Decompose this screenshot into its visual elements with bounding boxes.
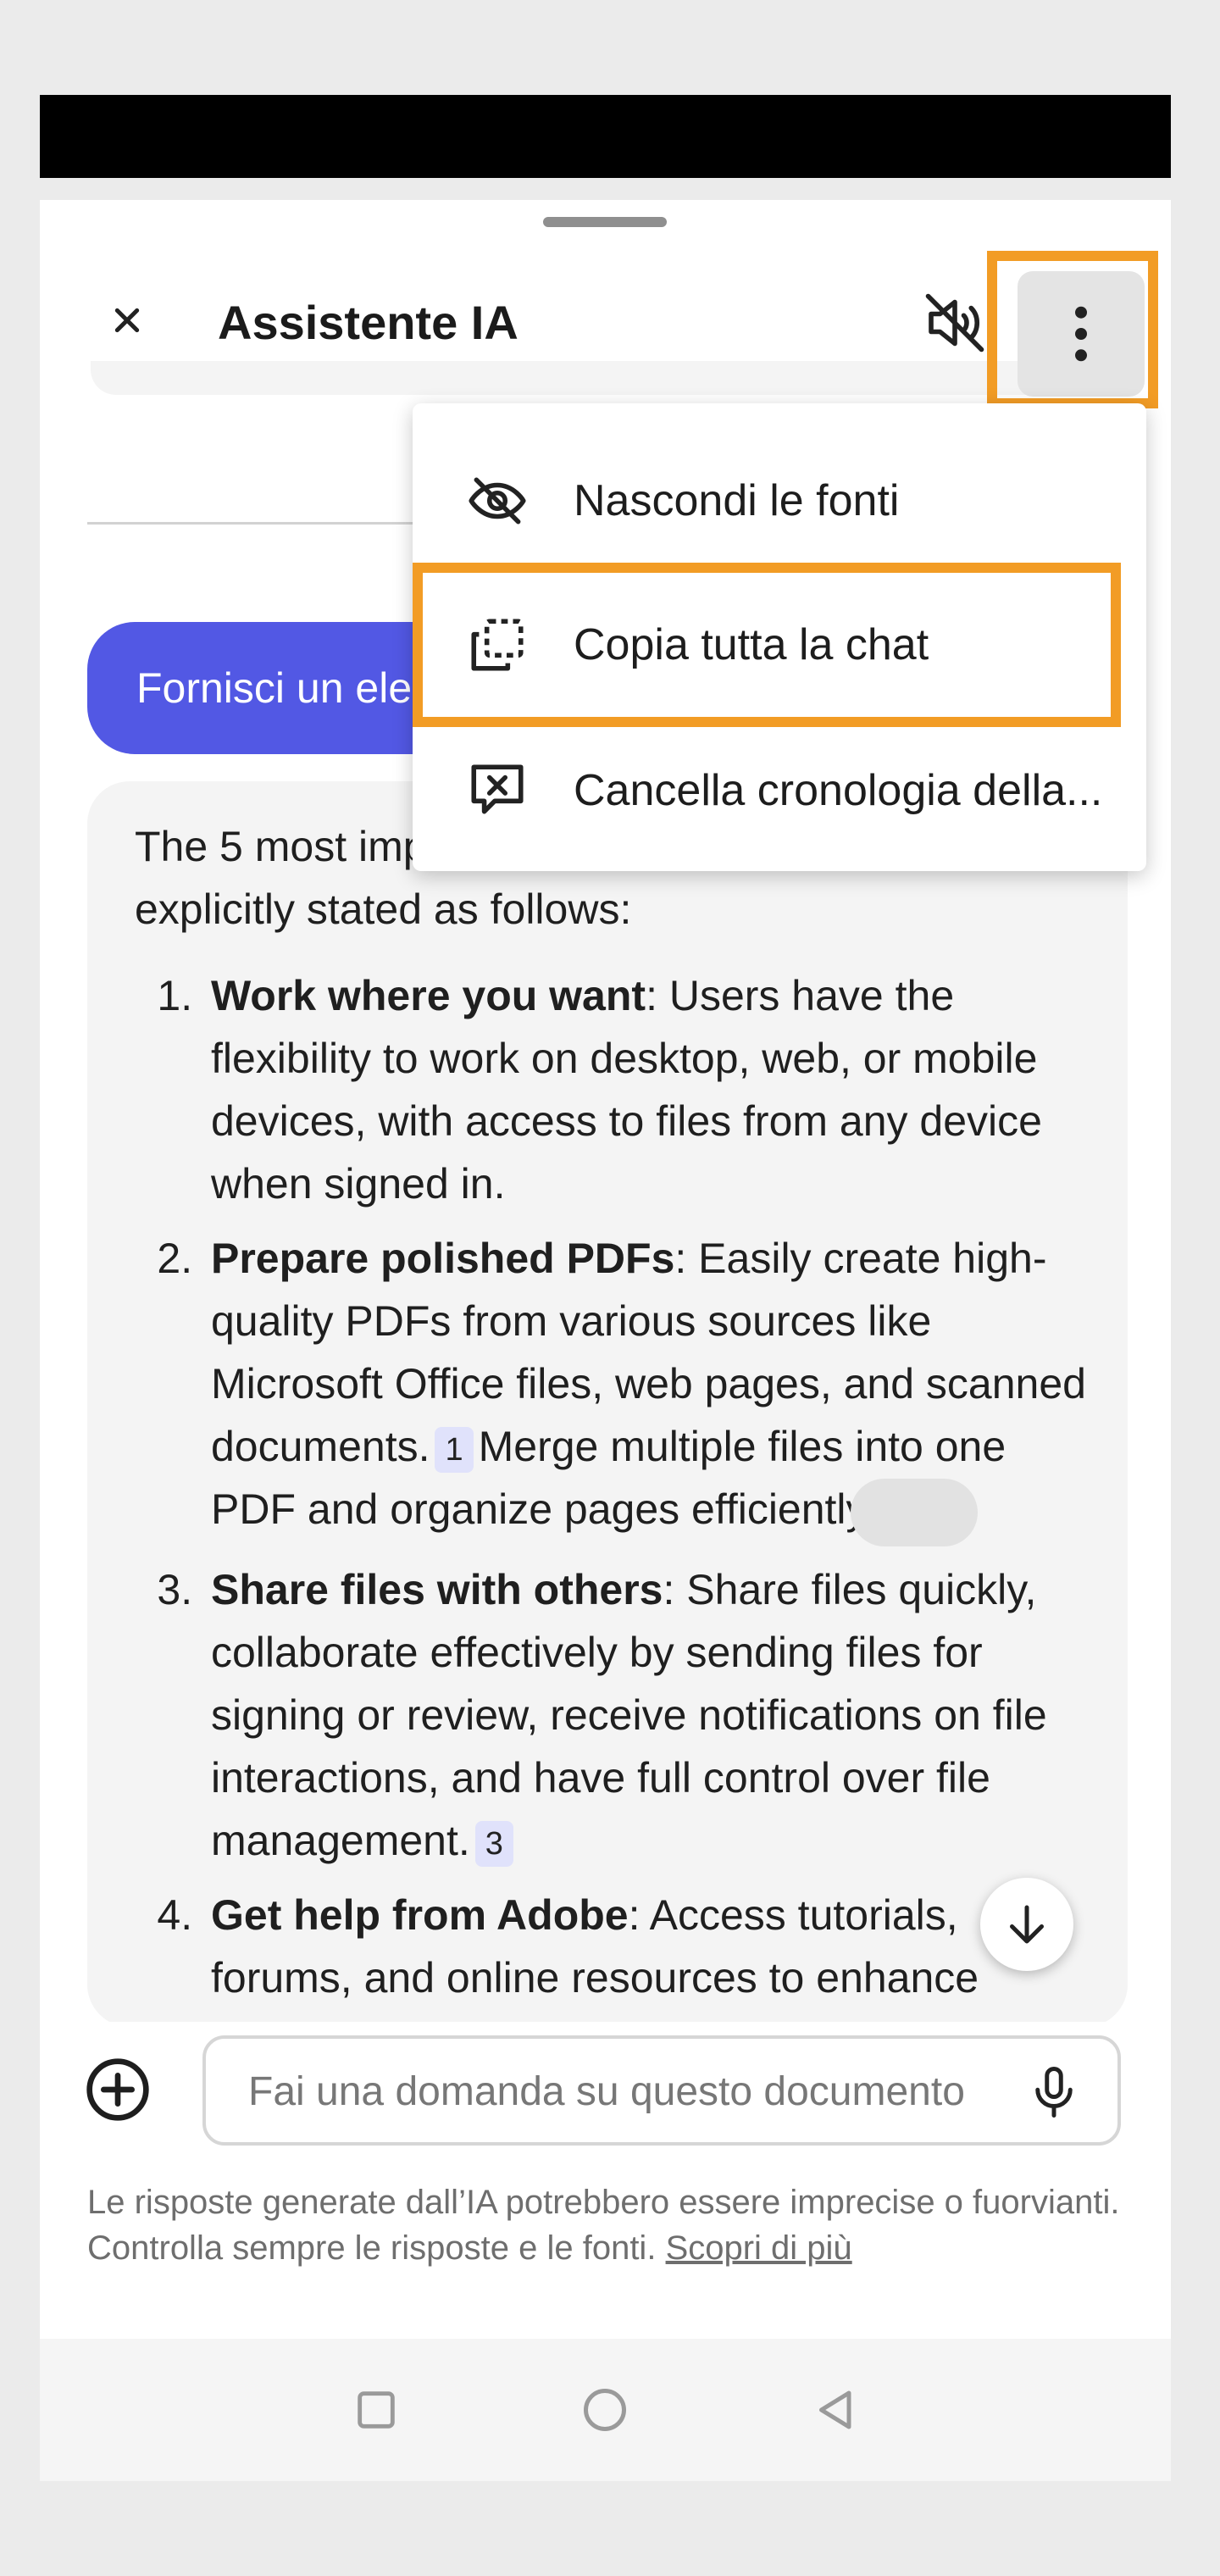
recent-apps-button[interactable] bbox=[342, 2376, 410, 2444]
answer-list: Work where you want: Users have the flex… bbox=[135, 964, 1092, 2009]
page-title: Assistente IA bbox=[218, 296, 518, 349]
plus-circle-icon bbox=[86, 2058, 149, 2121]
loading-placeholder bbox=[850, 1478, 978, 1546]
eye-off-icon bbox=[455, 469, 540, 532]
menu-item-clear-history[interactable]: Cancella cronologia della... bbox=[413, 719, 1146, 863]
menu-item-label: Nascondi le fonti bbox=[574, 476, 900, 525]
header: Assistente IA bbox=[40, 251, 1171, 408]
menu-item-hide-sources[interactable]: Nascondi le fonti bbox=[413, 429, 1146, 573]
menu-item-label: Copia tutta la chat bbox=[574, 620, 929, 669]
list-item: Get help from Adobe: Access tutorials, f… bbox=[204, 1884, 1092, 2009]
item-title: Get help from Adobe bbox=[211, 1890, 629, 1939]
item-title: Share files with others bbox=[211, 1565, 663, 1613]
close-icon bbox=[114, 308, 140, 333]
input-bar bbox=[40, 2022, 1171, 2157]
status-bar bbox=[40, 95, 1171, 178]
learn-more-link[interactable]: Scopri di più bbox=[666, 2229, 852, 2267]
disclaimer-text: Le risposte generate dall’IA potrebbero … bbox=[87, 2184, 1120, 2267]
more-options-button[interactable] bbox=[1018, 271, 1145, 397]
ai-disclaimer: Le risposte generate dall’IA potrebbero … bbox=[87, 2179, 1146, 2271]
close-button[interactable] bbox=[89, 286, 165, 354]
add-button[interactable] bbox=[84, 2056, 152, 2124]
back-button[interactable] bbox=[802, 2376, 870, 2444]
circle-icon bbox=[584, 2389, 626, 2431]
options-menu: Nascondi le fonti Copia tutta la chat Ca… bbox=[413, 403, 1146, 871]
menu-item-label: Cancella cronologia della... bbox=[574, 766, 1103, 815]
question-input[interactable] bbox=[247, 2061, 995, 2122]
square-icon bbox=[358, 2391, 395, 2429]
question-input-field[interactable] bbox=[202, 2035, 1121, 2146]
home-button[interactable] bbox=[571, 2376, 639, 2444]
back-triangle-icon bbox=[819, 2390, 851, 2429]
citation-badge[interactable]: 3 bbox=[474, 1820, 513, 1867]
assistant-panel: Fornisci un elenco The 5 most important … bbox=[40, 200, 1171, 2481]
list-item: Prepare polished PDFs: Easily create hig… bbox=[204, 1227, 1092, 1546]
item-title: Work where you want bbox=[211, 972, 646, 1019]
assistant-answer: The 5 most important features of the doc… bbox=[87, 781, 1128, 2027]
scroll-down-button[interactable] bbox=[980, 1878, 1073, 1971]
arrow-down-icon bbox=[1010, 1905, 1044, 1944]
menu-item-copy-chat[interactable]: Copia tutta la chat bbox=[413, 573, 1146, 717]
system-nav-bar bbox=[40, 2339, 1171, 2481]
copy-icon bbox=[455, 613, 540, 676]
more-vertical-icon bbox=[1075, 306, 1087, 362]
microphone-icon bbox=[1035, 2067, 1073, 2118]
clear-chat-icon bbox=[455, 759, 540, 822]
citation-badge[interactable]: 1 bbox=[435, 1426, 474, 1473]
speaker-muted-icon bbox=[925, 293, 984, 353]
drag-handle[interactable] bbox=[543, 217, 667, 227]
list-item: Work where you want: Users have the flex… bbox=[204, 964, 1092, 1215]
list-item: Share files with others: Share files qui… bbox=[204, 1558, 1092, 1872]
mute-button[interactable] bbox=[912, 285, 997, 361]
microphone-button[interactable] bbox=[1016, 2054, 1092, 2130]
item-title: Prepare polished PDFs bbox=[211, 1235, 675, 1282]
